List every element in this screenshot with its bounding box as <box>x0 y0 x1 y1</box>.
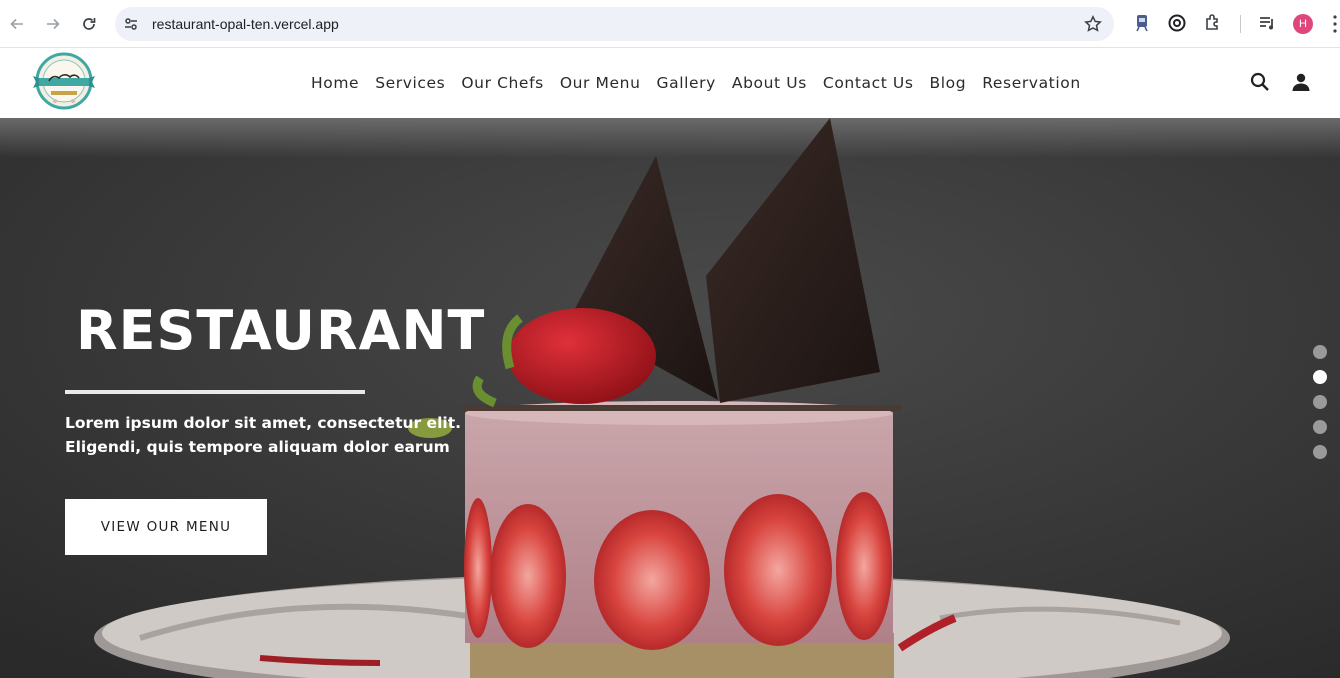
reload-button[interactable] <box>77 12 101 36</box>
more-menu-icon[interactable] <box>1331 14 1339 34</box>
user-icon[interactable] <box>1291 72 1311 92</box>
extension-link-icon[interactable] <box>1167 13 1187 33</box>
site-settings-icon[interactable] <box>123 16 139 32</box>
reload-icon <box>83 18 96 30</box>
slider-dot-2[interactable] <box>1313 370 1327 384</box>
nav-our-chefs[interactable]: Our Chefs <box>453 72 551 94</box>
profile-avatar[interactable]: H <box>1293 14 1313 34</box>
nav-our-menu[interactable]: Our Menu <box>552 72 649 94</box>
toolbar-divider <box>1240 15 1241 33</box>
site-header: Home Services Our Chefs Our Menu Gallery… <box>0 48 1340 118</box>
forward-button[interactable] <box>41 12 65 36</box>
arrow-left-icon <box>10 18 23 30</box>
media-control-icon[interactable] <box>1257 13 1277 33</box>
hero-cake-image <box>0 118 1340 678</box>
view-menu-button[interactable]: VIEW OUR MENU <box>65 499 267 555</box>
nav-services[interactable]: Services <box>367 72 453 94</box>
hero-divider <box>65 390 365 394</box>
hero-slider: RESTAURANT Lorem ipsum dolor sit amet, c… <box>0 118 1340 678</box>
extensions-puzzle-icon[interactable] <box>1203 13 1223 33</box>
nav-gallery[interactable]: Gallery <box>649 72 724 94</box>
search-icon[interactable] <box>1250 72 1270 92</box>
extension-rail-icon[interactable] <box>1132 13 1152 33</box>
bookmark-star-icon[interactable] <box>1084 15 1102 33</box>
back-button[interactable] <box>5 12 29 36</box>
restaurant-logo[interactable] <box>31 52 97 110</box>
slider-dot-1[interactable] <box>1313 345 1327 359</box>
arrow-right-icon <box>47 18 60 30</box>
nav-about-us[interactable]: About Us <box>724 72 815 94</box>
nav-contact-us[interactable]: Contact Us <box>815 72 922 94</box>
hero-subtitle: Lorem ipsum dolor sit amet, consectetur … <box>65 414 461 456</box>
nav-reservation[interactable]: Reservation <box>974 72 1089 94</box>
url-text: restaurant-opal-ten.vercel.app <box>152 16 339 32</box>
slider-pagination <box>1313 345 1329 470</box>
hero-title: RESTAURANT <box>76 299 486 362</box>
slider-dot-5[interactable] <box>1313 445 1327 459</box>
nav-home[interactable]: Home <box>303 72 367 94</box>
slider-dot-3[interactable] <box>1313 395 1327 409</box>
main-navigation: Home Services Our Chefs Our Menu Gallery… <box>303 72 1089 94</box>
slider-dot-4[interactable] <box>1313 420 1327 434</box>
browser-toolbar: restaurant-opal-ten.vercel.app H <box>0 0 1340 48</box>
address-bar[interactable]: restaurant-opal-ten.vercel.app <box>115 7 1114 41</box>
nav-blog[interactable]: Blog <box>922 72 975 94</box>
